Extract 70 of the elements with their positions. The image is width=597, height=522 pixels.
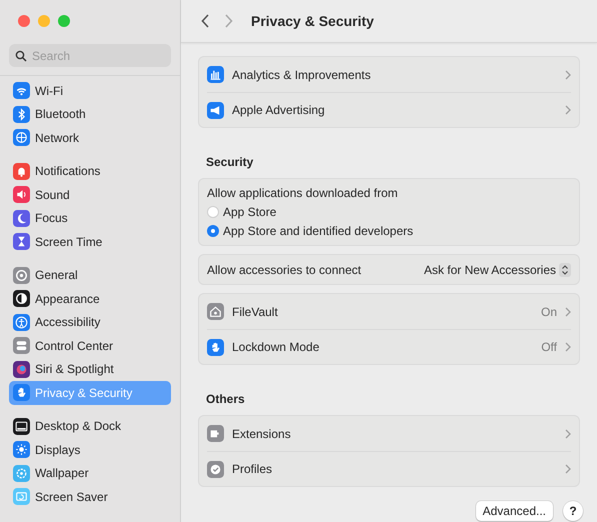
section-heading: Others <box>205 391 246 408</box>
sidebar-item[interactable]: Appearance <box>9 287 171 310</box>
bell-icon <box>13 162 30 180</box>
stepper-icon <box>559 262 571 276</box>
settings-row[interactable]: Apple Advertising <box>207 92 571 127</box>
sidebar-item[interactable]: Sound <box>9 183 171 206</box>
advanced-button[interactable]: Advanced... <box>476 501 553 521</box>
zoom-button[interactable] <box>58 15 70 27</box>
sidebar-item[interactable]: Accessibility <box>9 310 171 334</box>
chevron-icon <box>565 464 571 474</box>
contrast-icon <box>13 290 30 308</box>
globe-icon <box>13 129 30 146</box>
sidebar-item[interactable]: Control Center <box>9 334 171 358</box>
sidebar-item[interactable]: Wi-Fi <box>9 79 171 102</box>
section-heading: Security <box>205 154 254 171</box>
search-field[interactable]: Search <box>9 44 171 67</box>
house-icon <box>207 303 224 320</box>
minimize-button[interactable] <box>38 15 50 27</box>
sidebar-item[interactable]: Screen Saver <box>9 485 171 508</box>
settings-row[interactable]: Lockdown Mode Off <box>207 329 571 364</box>
help-button[interactable]: ? <box>563 501 583 521</box>
sidebar-item[interactable]: Desktop & Dock <box>9 414 171 438</box>
radio-option[interactable]: App Store <box>207 203 571 221</box>
settings-row[interactable]: Profiles <box>207 451 571 486</box>
orb-icon <box>13 360 30 378</box>
radio-button[interactable] <box>207 225 219 237</box>
radio-button[interactable] <box>207 206 219 218</box>
forward-icon[interactable] <box>224 14 233 28</box>
gear-icon <box>13 266 30 284</box>
hand-icon <box>13 384 30 402</box>
sidebar-item[interactable]: Focus <box>9 206 171 230</box>
sidebar-item[interactable]: Network <box>9 126 171 150</box>
sidebar-item[interactable]: Siri & Spotlight <box>9 358 171 381</box>
checkmark-badge-icon <box>207 460 224 478</box>
radio-option[interactable]: App Store and identified developers <box>207 222 571 240</box>
hand-icon <box>207 338 224 356</box>
sidebar-item[interactable]: Bluetooth <box>9 102 171 126</box>
sun-icon <box>13 441 30 458</box>
sidebar-item[interactable]: Notifications <box>9 160 171 183</box>
megaphone-icon <box>207 102 224 118</box>
settings-row[interactable]: FileVault On <box>207 294 571 329</box>
close-button[interactable] <box>18 15 30 27</box>
bar-chart-icon <box>207 66 224 83</box>
chevron-icon <box>565 105 571 115</box>
field-label: Allow applications downloaded from <box>207 185 399 202</box>
sidebar-item[interactable]: Screen Time <box>9 230 171 254</box>
speaker-icon <box>13 186 30 204</box>
settings-row[interactable]: Analytics & Improvements <box>207 57 571 92</box>
bluetooth-icon <box>13 106 30 123</box>
moon-icon <box>13 210 30 227</box>
dock-icon <box>13 418 30 435</box>
sidebar-item[interactable]: General <box>9 264 171 287</box>
back-icon[interactable] <box>201 14 210 28</box>
accessibility-icon <box>13 314 30 331</box>
chevron-icon <box>565 306 571 316</box>
sidebar-item[interactable]: Wallpaper <box>9 462 171 485</box>
hourglass-icon <box>13 233 30 250</box>
popup-button[interactable]: Ask for New Accessories <box>424 260 571 278</box>
puzzle-icon <box>207 425 224 442</box>
search-icon <box>15 50 27 62</box>
window-title: Privacy & Security <box>251 12 374 31</box>
screen-icon <box>13 488 30 506</box>
chevron-icon <box>565 70 571 80</box>
toggles-icon <box>13 337 30 354</box>
chevron-icon <box>565 428 571 438</box>
sidebar-item[interactable]: Displays <box>9 438 171 462</box>
settings-row[interactable]: Extensions <box>207 416 571 451</box>
wifi-icon <box>13 82 30 100</box>
chevron-icon <box>565 342 571 352</box>
field-label: Allow accessories to connect <box>207 262 362 278</box>
